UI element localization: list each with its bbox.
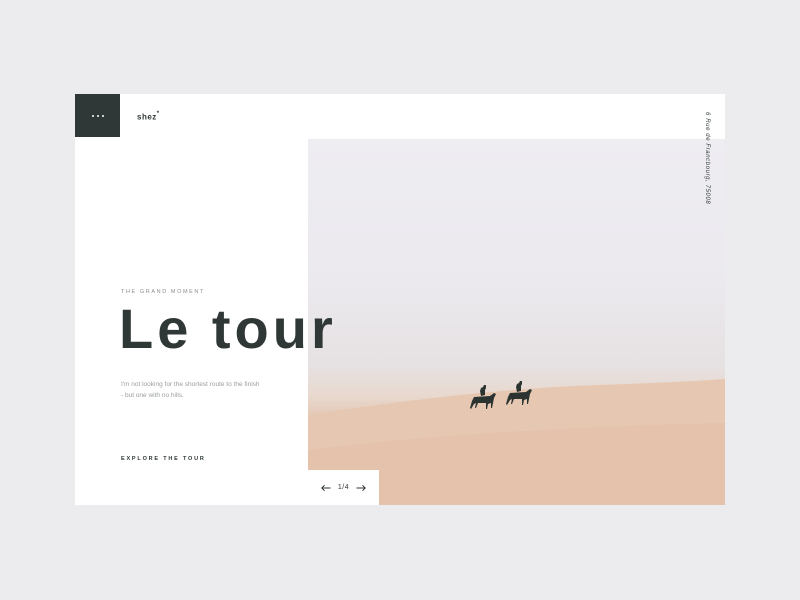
brand-mark: * — [156, 111, 160, 117]
menu-button[interactable] — [75, 94, 120, 137]
arrow-left-icon[interactable] — [320, 484, 331, 492]
horse-riders — [470, 381, 532, 409]
arrow-right-icon[interactable] — [356, 484, 367, 492]
brand-name: shez — [137, 112, 157, 122]
address-text: 6 Rue de Francbourg, 75008 — [704, 112, 710, 205]
hero-card: shez* 6 Rue de Francbourg, 75008 THE GRA… — [75, 94, 725, 505]
hero-image — [308, 139, 725, 505]
eyebrow-label: THE GRAND MOMENT — [121, 289, 205, 295]
dots-menu-icon — [91, 114, 104, 117]
slide-pager: 1/4 — [308, 470, 379, 505]
hero-description: I'm not looking for the shortest route t… — [121, 381, 260, 399]
page-title: Le tour — [119, 297, 337, 360]
explore-tour-link[interactable]: EXPLORE THE TOUR — [121, 456, 206, 462]
page-counter: 1/4 — [337, 484, 350, 491]
brand-logo[interactable]: shez* — [137, 111, 160, 122]
address-label: 6 Rue de Francbourg, 75008 — [692, 112, 722, 222]
